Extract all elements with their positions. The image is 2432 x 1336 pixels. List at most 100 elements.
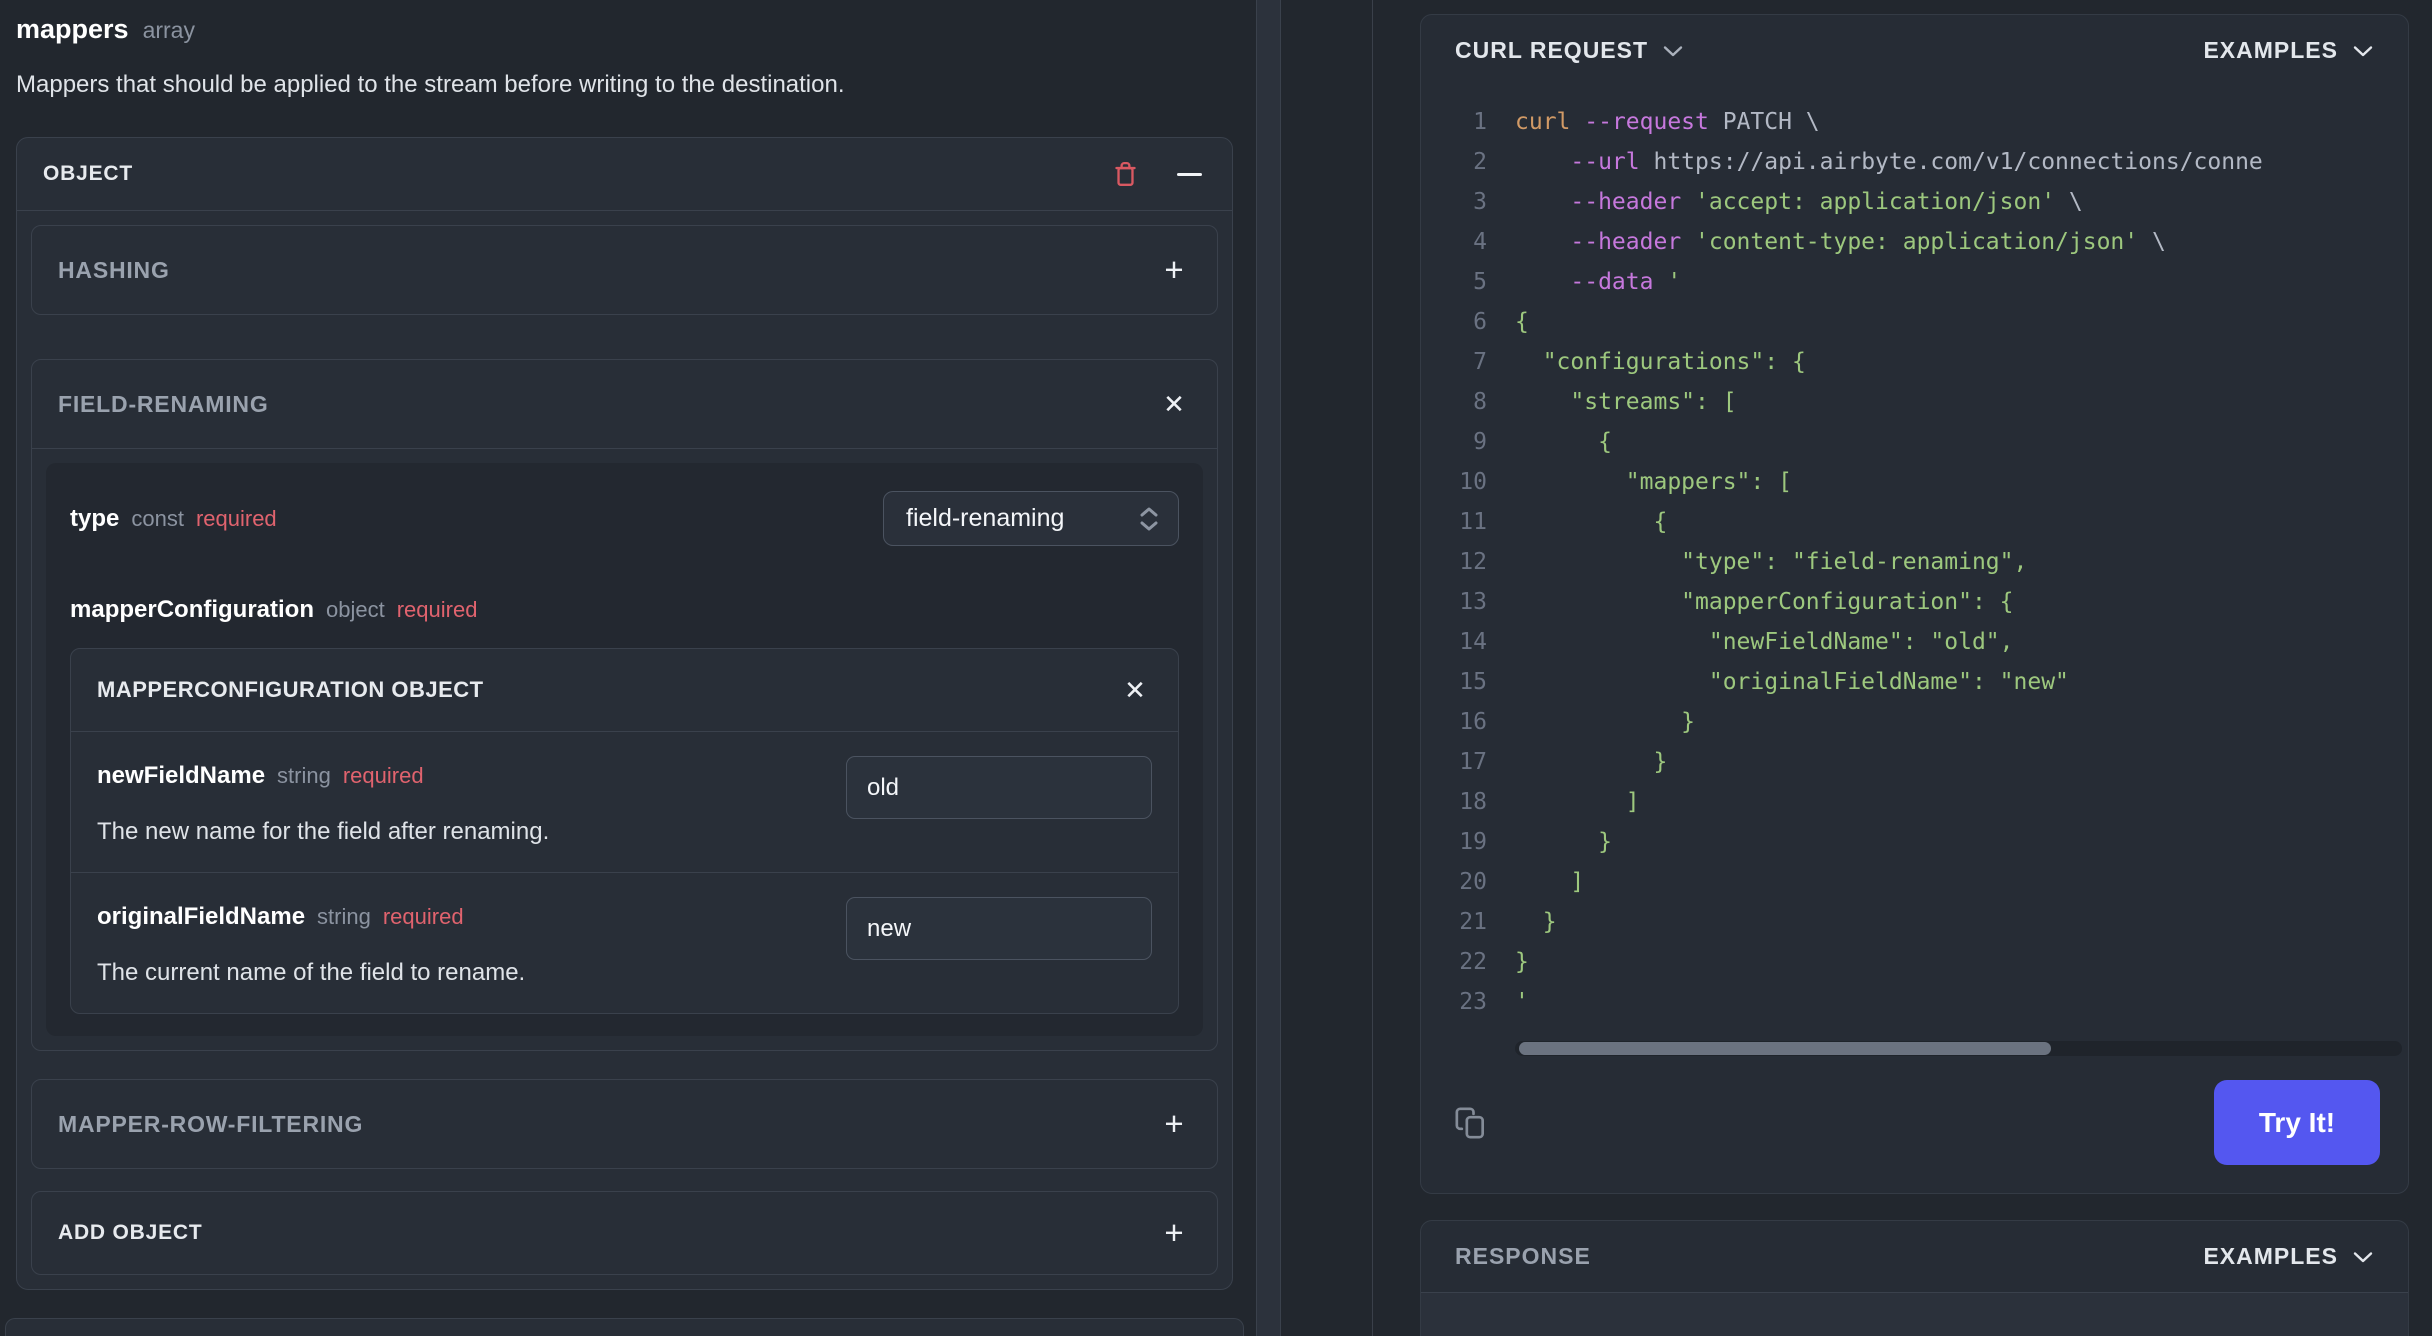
type-select[interactable]: field-renaming	[883, 491, 1179, 546]
type-label-group: type const required	[70, 505, 277, 533]
curl-examples-label: EXAMPLES	[2203, 37, 2338, 63]
schema-panel: mappers array Mappers that should be app…	[0, 0, 1248, 1336]
mapper-configuration-card: MAPPERCONFIGURATION OBJECT ✕ newFieldNam…	[70, 648, 1179, 1014]
code-line: 8 "streams": [	[1473, 389, 1737, 415]
code-hscrollbar	[1515, 1041, 2402, 1056]
code-line: 12 "type": "field-renaming",	[1459, 549, 2028, 575]
field-name: mappers	[16, 14, 129, 44]
curl-request-dropdown[interactable]: CURL REQUEST	[1455, 37, 1684, 64]
field-description: Mappers that should be applied to the st…	[16, 71, 845, 98]
curl-request-title: CURL REQUEST	[1455, 37, 1649, 63]
new-field-name-left: newFieldName string required The new nam…	[97, 756, 846, 846]
page-scrollbar[interactable]	[1256, 0, 1281, 1336]
code-lines: 1 curl --request PATCH \ 2 --url https://a…	[1421, 86, 2408, 1033]
response-examples-dropdown[interactable]: EXAMPLES	[2203, 1243, 2374, 1270]
new-field-name-row: newFieldName string required The new nam…	[71, 732, 1178, 872]
original-field-name-required-badge: required	[382, 904, 464, 929]
field-renaming-title: FIELD-RENAMING	[58, 390, 269, 417]
copy-code-button[interactable]	[1449, 1101, 1493, 1145]
copy-icon	[1455, 1107, 1484, 1138]
plus-icon: +	[1164, 1105, 1184, 1142]
close-mapper-configuration-button[interactable]: ✕	[1118, 673, 1152, 707]
code-line: 13 "mapperConfiguration": {	[1459, 589, 2014, 615]
new-field-name-required-badge: required	[342, 763, 424, 788]
code-line: 23 '	[1459, 989, 1529, 1015]
response-body	[1421, 1293, 2408, 1336]
code-line: 6{	[1473, 309, 1529, 335]
curl-request-header: CURL REQUEST EXAMPLES	[1421, 15, 2408, 86]
type-required-badge: required	[195, 505, 277, 531]
code-line: 2 --url https://api.airbyte.com/v1/conne…	[1473, 149, 2263, 175]
original-field-name-label: originalFieldName	[97, 903, 306, 930]
code-hscrollbar-thumb[interactable]	[1519, 1042, 2052, 1055]
type-row: type const required field-renaming	[70, 491, 1179, 546]
add-object-inner-plus: +	[1157, 1216, 1191, 1250]
original-field-name-label-group: originalFieldName string required	[97, 903, 846, 931]
response-title: RESPONSE	[1455, 1243, 1591, 1269]
section-hashing[interactable]: HASHING +	[31, 225, 1218, 315]
field-type: array	[142, 17, 195, 43]
expand-mapper-row-filtering-button[interactable]: +	[1157, 1107, 1191, 1141]
original-field-name-row: originalFieldName string required The cu…	[71, 872, 1178, 1013]
add-object-outer-button[interactable]: ADD OBJECT +	[5, 1318, 1244, 1336]
plus-icon: +	[1164, 1214, 1184, 1251]
code-line: 5 --data '	[1473, 269, 1682, 295]
select-chevrons-icon	[1138, 506, 1160, 532]
collapse-object-button[interactable]	[1172, 157, 1206, 191]
minus-icon	[1176, 172, 1202, 176]
delete-object-button[interactable]	[1108, 157, 1142, 191]
field-heading: mappers array	[16, 14, 1233, 45]
new-field-name-meta: string	[277, 763, 331, 788]
type-meta: const	[131, 505, 184, 531]
mapper-configuration-card-header: MAPPERCONFIGURATION OBJECT ✕	[71, 649, 1178, 732]
mapper-configuration-label: mapperConfiguration	[70, 596, 314, 623]
mapper-configuration-required-badge: required	[396, 597, 478, 622]
field-renaming-panel: type const required field-renaming mappe…	[46, 463, 1203, 1036]
code-line: 18 ]	[1459, 789, 1640, 815]
section-hashing-title: HASHING	[58, 256, 170, 283]
mapper-configuration-row: mapperConfiguration object required	[70, 596, 1179, 624]
original-field-name-input[interactable]	[846, 897, 1152, 960]
code-line: 19 }	[1459, 829, 1612, 855]
object-card-title: OBJECT	[43, 162, 133, 185]
code-line: 15 "originalFieldName": "new"	[1459, 669, 2069, 695]
section-field-renaming: FIELD-RENAMING ✕ type const required fie…	[31, 359, 1218, 1051]
expand-hashing-button[interactable]: +	[1157, 253, 1191, 287]
chevron-down-icon	[2353, 1251, 2373, 1262]
plus-icon: +	[1164, 251, 1184, 288]
add-object-inner-label: ADD OBJECT	[58, 1221, 203, 1244]
try-it-button[interactable]: Try It!	[2214, 1080, 2380, 1165]
code-line: 17 }	[1459, 749, 1668, 775]
field-renaming-header[interactable]: FIELD-RENAMING ✕	[32, 360, 1217, 449]
field-renaming-body: type const required field-renaming mappe…	[32, 449, 1217, 1050]
code-line: 7 "configurations": {	[1473, 349, 1806, 375]
code-line: 3 --header 'accept: application/json' \	[1473, 189, 2083, 215]
mapper-configuration-label-group: mapperConfiguration object required	[70, 596, 477, 624]
code-line: 9 {	[1473, 429, 1612, 455]
object-card-header: OBJECT	[17, 138, 1232, 211]
close-icon: ✕	[1163, 389, 1185, 419]
mapper-configuration-card-title: MAPPERCONFIGURATION OBJECT	[97, 677, 484, 702]
new-field-name-input[interactable]	[846, 756, 1152, 819]
code-line: 16 }	[1459, 709, 1696, 735]
trash-icon	[1114, 161, 1136, 186]
section-mapper-row-filtering[interactable]: MAPPER-ROW-FILTERING +	[31, 1079, 1218, 1169]
code-line: 14 "newFieldName": "old",	[1459, 629, 2014, 655]
curl-examples-dropdown[interactable]: EXAMPLES	[2203, 37, 2374, 64]
section-mapper-row-filtering-title: MAPPER-ROW-FILTERING	[58, 1110, 364, 1137]
object-card: OBJECT HASHING + FIELD-RENAMING ✕ type c…	[16, 137, 1233, 1290]
chevron-down-icon	[1663, 45, 1683, 56]
code-line: 22}	[1459, 949, 1529, 975]
response-examples-label: EXAMPLES	[2203, 1243, 2338, 1269]
code-line: 21 }	[1459, 909, 1557, 935]
code-line: 20 ]	[1459, 869, 1585, 895]
type-select-value: field-renaming	[906, 504, 1065, 532]
close-field-renaming-button[interactable]: ✕	[1157, 387, 1191, 421]
chevron-down-icon	[2353, 45, 2373, 56]
original-field-name-meta: string	[317, 904, 371, 929]
add-object-inner-button[interactable]: ADD OBJECT +	[31, 1191, 1218, 1275]
code-line: 10 "mappers": [	[1459, 469, 1792, 495]
object-card-actions	[1108, 157, 1206, 191]
code-line: 11 {	[1459, 509, 1668, 535]
object-card-body: HASHING + FIELD-RENAMING ✕ type const re…	[17, 211, 1232, 1289]
